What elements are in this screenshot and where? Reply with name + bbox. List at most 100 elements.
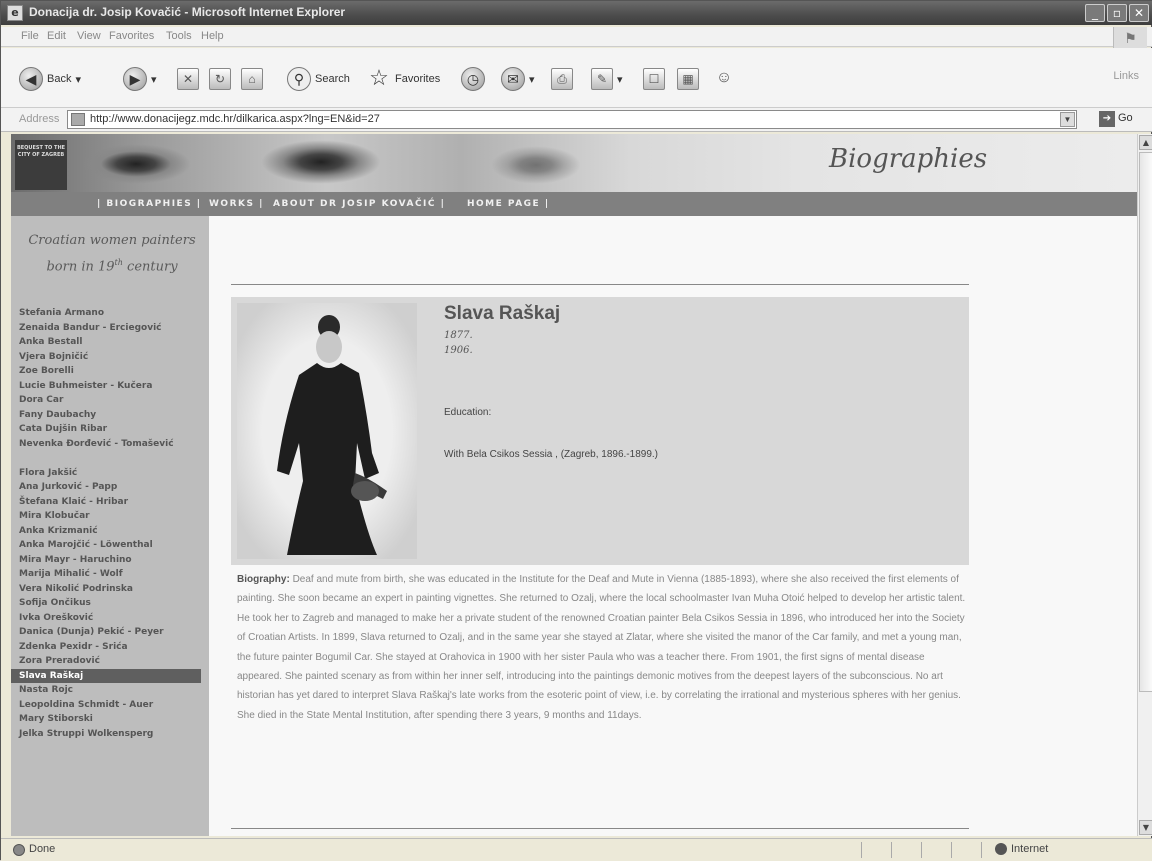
home-icon: ⌂ (241, 68, 263, 90)
biography-label: Biography: (237, 574, 290, 585)
birth-year: 1877. (444, 330, 473, 341)
back-dropdown-icon[interactable]: ▾ (75, 73, 81, 86)
painter-link[interactable]: Cata Dujšin Ribar (11, 422, 209, 437)
print-icon: ⎙ (551, 68, 573, 90)
internet-globe-icon (995, 843, 1007, 856)
menu-tools[interactable]: Tools (166, 30, 192, 42)
painter-link[interactable]: Nasta Rojc (11, 683, 209, 698)
toolbar: ◀ Back ▾ ▶ ▾ ✕ ↻ ⌂ ⚲ Search ☆ Favorites … (1, 48, 1152, 108)
menu-view[interactable]: View (77, 30, 101, 42)
history-icon: ◷ (461, 67, 485, 91)
painter-link[interactable]: Flora Jakšić (11, 466, 209, 481)
painter-link[interactable]: Marija Mihalić - Wolf (11, 567, 209, 582)
painter-link[interactable]: Vjera Bojničić (11, 350, 209, 365)
edit-dropdown-icon[interactable]: ▾ (617, 73, 623, 86)
painter-link[interactable]: Mary Stiborski (11, 712, 209, 727)
painter-link[interactable]: Zenaida Bandur - Erciegović (11, 321, 209, 336)
painter-link[interactable]: Jelka Struppi Wolkensperg (11, 727, 209, 742)
edit-button[interactable]: ✎ ▾ (591, 64, 623, 94)
biography-block: Biography: Deaf and mute from birth, she… (237, 570, 969, 725)
site-header-banner: BEQUEST TO THE CITY OF ZAGREB Biographie… (11, 134, 1137, 192)
woman-portrait-image (237, 303, 417, 559)
eye-image (261, 140, 381, 184)
links-label[interactable]: Links (1113, 70, 1139, 82)
search-button[interactable]: ⚲ Search (287, 64, 350, 94)
nav-about[interactable]: ABOUT DR JOSIP KOVAČIĆ | (273, 199, 445, 209)
painter-link[interactable]: Sofija Ončikus (11, 596, 209, 611)
painter-link[interactable]: Fany Daubachy (11, 408, 209, 423)
banner-title: Biographies (829, 144, 988, 174)
eye-image (491, 146, 581, 184)
painter-link[interactable]: Anka Krizmanić (11, 524, 209, 539)
minimize-button[interactable]: _ (1085, 4, 1105, 22)
address-bar: Address http://www.donacijegz.mdc.hr/dil… (1, 108, 1152, 132)
favorites-label: Favorites (395, 73, 441, 85)
menu-help[interactable]: Help (201, 30, 224, 42)
favorites-button[interactable]: ☆ Favorites (367, 64, 440, 94)
status-divider (921, 842, 922, 858)
forward-button[interactable]: ▶ ▾ (123, 64, 157, 94)
home-button[interactable]: ⌂ (241, 64, 263, 94)
bottom-divider (231, 828, 969, 829)
painter-link[interactable]: Ana Jurković - Papp (11, 480, 209, 495)
painters-sidebar: Croatian women painters born in 19th cen… (11, 216, 209, 836)
mail-dropdown-icon[interactable]: ▾ (529, 73, 535, 86)
painter-link[interactable]: Anka Bestall (11, 335, 209, 350)
painter-link[interactable]: Slava Raškaj (11, 668, 201, 683)
close-button[interactable]: ✕ (1129, 4, 1149, 22)
scroll-down-icon[interactable]: ▼ (1139, 820, 1152, 835)
mail-icon: ✉ (501, 67, 525, 91)
painter-link[interactable]: Stefania Armano (11, 306, 209, 321)
painter-link[interactable]: Vera Nikolić Podrinska (11, 582, 209, 597)
sidebar-title-sup: th (114, 258, 123, 267)
painter-link[interactable]: Zora Preradović (11, 654, 209, 669)
mail-button[interactable]: ✉ ▾ (501, 64, 535, 94)
research-button[interactable]: ▦ (677, 64, 699, 94)
bequest-badge: BEQUEST TO THE CITY OF ZAGREB (15, 140, 67, 190)
forward-dropdown-icon[interactable]: ▾ (151, 73, 157, 86)
address-label: Address (19, 113, 60, 125)
painter-link[interactable]: Mira Klobučar (11, 509, 209, 524)
go-button[interactable]: ➔ Go (1099, 111, 1133, 127)
painter-link[interactable]: Nevenka Đorđević - Tomašević (11, 437, 209, 466)
menu-favorites[interactable]: Favorites (109, 30, 154, 42)
painter-link[interactable]: Lucie Buhmeister - Kučera (11, 379, 209, 394)
nav-works[interactable]: WORKS | (209, 199, 264, 209)
print-button[interactable]: ⎙ (551, 64, 573, 94)
painter-link[interactable]: Dora Car (11, 393, 209, 408)
messenger-button[interactable]: ☺ (713, 64, 735, 94)
painter-link[interactable]: Anka Marojčić - Löwenthal (11, 538, 209, 553)
education-text: With Bela Csikos Sessia , (Zagreb, 1896.… (444, 449, 658, 460)
painter-link[interactable]: Leopoldina Schmidt - Auer (11, 698, 209, 713)
browser-window: e Donacija dr. Josip Kovačić - Microsoft… (0, 0, 1152, 861)
address-url[interactable]: http://www.donacijegz.mdc.hr/dilkarica.a… (90, 113, 380, 125)
address-dropdown-icon[interactable]: ▼ (1060, 112, 1075, 127)
painter-link[interactable]: Zoe Borelli (11, 364, 209, 379)
maximize-button[interactable]: ▫ (1107, 4, 1127, 22)
discuss-button[interactable]: ☐ (643, 64, 665, 94)
menu-bar: File Edit View Favorites Tools Help ⚑ (1, 27, 1152, 49)
stop-button[interactable]: ✕ (177, 64, 199, 94)
status-divider (951, 842, 952, 858)
scroll-thumb[interactable] (1139, 152, 1152, 692)
nav-home[interactable]: HOME PAGE | (467, 199, 550, 209)
vertical-scrollbar[interactable]: ▲ ▼ (1137, 134, 1152, 836)
profile-card: Slava Raškaj 1877. 1906. Education: With… (231, 297, 969, 565)
top-divider (231, 284, 969, 285)
history-button[interactable]: ◷ (461, 64, 485, 94)
painter-link[interactable]: Mira Mayr - Haruchino (11, 553, 209, 568)
painter-link[interactable]: Zdenka Pexidr - Srića (11, 640, 209, 655)
refresh-button[interactable]: ↻ (209, 64, 231, 94)
scroll-up-icon[interactable]: ▲ (1139, 135, 1152, 150)
painter-link[interactable]: Danica (Dunja) Pekić - Peyer (11, 625, 209, 640)
ie-app-icon[interactable]: e (7, 5, 23, 21)
painter-link[interactable]: Štefana Klaić - Hribar (11, 495, 209, 510)
back-arrow-icon: ◀ (19, 67, 43, 91)
menu-file[interactable]: File (21, 30, 39, 42)
edit-icon: ✎ (591, 68, 613, 90)
nav-biographies[interactable]: | BIOGRAPHIES | (97, 199, 202, 209)
address-input[interactable]: http://www.donacijegz.mdc.hr/dilkarica.a… (67, 110, 1077, 129)
back-button[interactable]: ◀ Back ▾ (19, 64, 81, 94)
menu-edit[interactable]: Edit (47, 30, 66, 42)
painter-link[interactable]: Ivka Orešković (11, 611, 209, 626)
